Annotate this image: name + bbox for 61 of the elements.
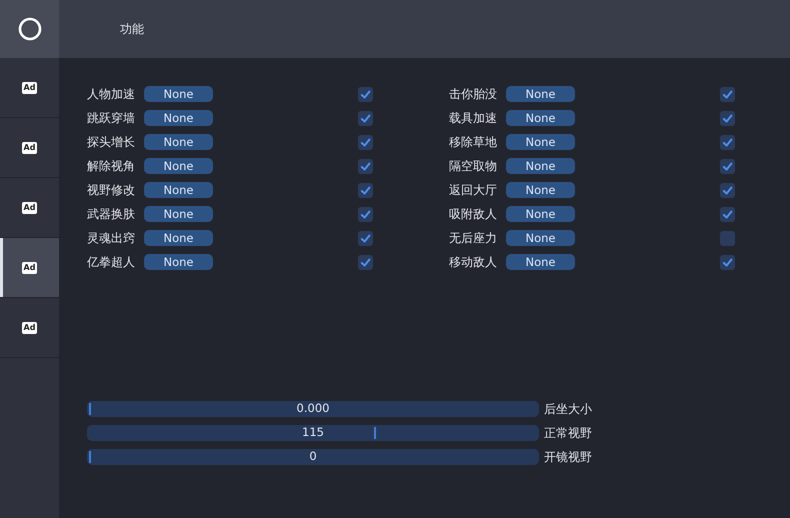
hotkey-button[interactable]: None (506, 254, 575, 270)
feature-label: 视野修改 (87, 182, 136, 199)
slider-value: 0 (309, 448, 317, 466)
checkbox[interactable] (358, 86, 373, 102)
feature-label: 返回大厅 (449, 182, 498, 199)
feature-label: 击你胎没 (449, 86, 498, 103)
slider[interactable]: 0.000 (87, 401, 539, 417)
feature-label: 隔空取物 (449, 158, 498, 175)
feature-label: 吸附敌人 (449, 206, 498, 223)
slider[interactable]: 0 (87, 449, 539, 465)
checkbox[interactable] (720, 86, 735, 102)
feature-label: 人物加速 (87, 86, 136, 103)
checkbox[interactable] (720, 110, 735, 126)
checkbox[interactable] (358, 134, 373, 150)
slider-label: 正常视野 (544, 425, 592, 442)
hotkey-button[interactable]: None (506, 230, 575, 246)
section-title: 功能 (120, 21, 144, 38)
hotkey-button[interactable]: None (144, 86, 213, 102)
feature-label: 探头增长 (87, 134, 136, 151)
slider-label: 后坐大小 (544, 401, 592, 418)
checkbox[interactable] (720, 134, 735, 150)
hotkey-button[interactable]: None (506, 182, 575, 198)
slider-thumb[interactable] (374, 427, 376, 439)
hotkey-button[interactable]: None (144, 254, 213, 270)
hotkey-button[interactable]: None (144, 182, 213, 198)
feature-label: 亿拳超人 (87, 254, 136, 271)
slider-label: 开镜视野 (544, 449, 592, 466)
hotkey-button[interactable]: None (144, 134, 213, 150)
slider[interactable]: 115 (87, 425, 539, 441)
hotkey-button[interactable]: None (506, 110, 575, 126)
hotkey-button[interactable]: None (506, 206, 575, 222)
checkbox[interactable] (358, 110, 373, 126)
hotkey-button[interactable]: None (144, 158, 213, 174)
feature-label: 移动敌人 (449, 254, 498, 271)
hotkey-button[interactable]: None (144, 230, 213, 246)
checkbox[interactable] (720, 182, 735, 198)
hotkey-button[interactable]: None (506, 134, 575, 150)
circle-icon (18, 17, 42, 41)
checkbox[interactable] (358, 158, 373, 174)
checkbox[interactable] (358, 230, 373, 246)
checkbox[interactable] (358, 254, 373, 270)
checkbox[interactable] (358, 182, 373, 198)
feature-label: 武器换肤 (87, 206, 136, 223)
checkbox[interactable] (720, 254, 735, 270)
feature-label: 灵魂出窍 (87, 230, 136, 247)
hotkey-button[interactable]: None (144, 110, 213, 126)
hotkey-button[interactable]: None (144, 206, 213, 222)
slider-value: 0.000 (296, 400, 330, 418)
checkbox[interactable] (720, 230, 735, 246)
feature-label: 无后座力 (449, 230, 498, 247)
checkbox[interactable] (358, 206, 373, 222)
sidebar-tab[interactable]: Ad (0, 238, 59, 298)
feature-label: 载具加速 (449, 110, 498, 127)
hotkey-button[interactable]: None (506, 86, 575, 102)
slider-value: 115 (302, 424, 324, 442)
feature-label: 跳跃穿墙 (87, 110, 136, 127)
hotkey-button[interactable]: None (506, 158, 575, 174)
feature-label: 解除视角 (87, 158, 136, 175)
feature-label: 移除草地 (449, 134, 498, 151)
checkbox[interactable] (720, 206, 735, 222)
checkbox[interactable] (720, 158, 735, 174)
